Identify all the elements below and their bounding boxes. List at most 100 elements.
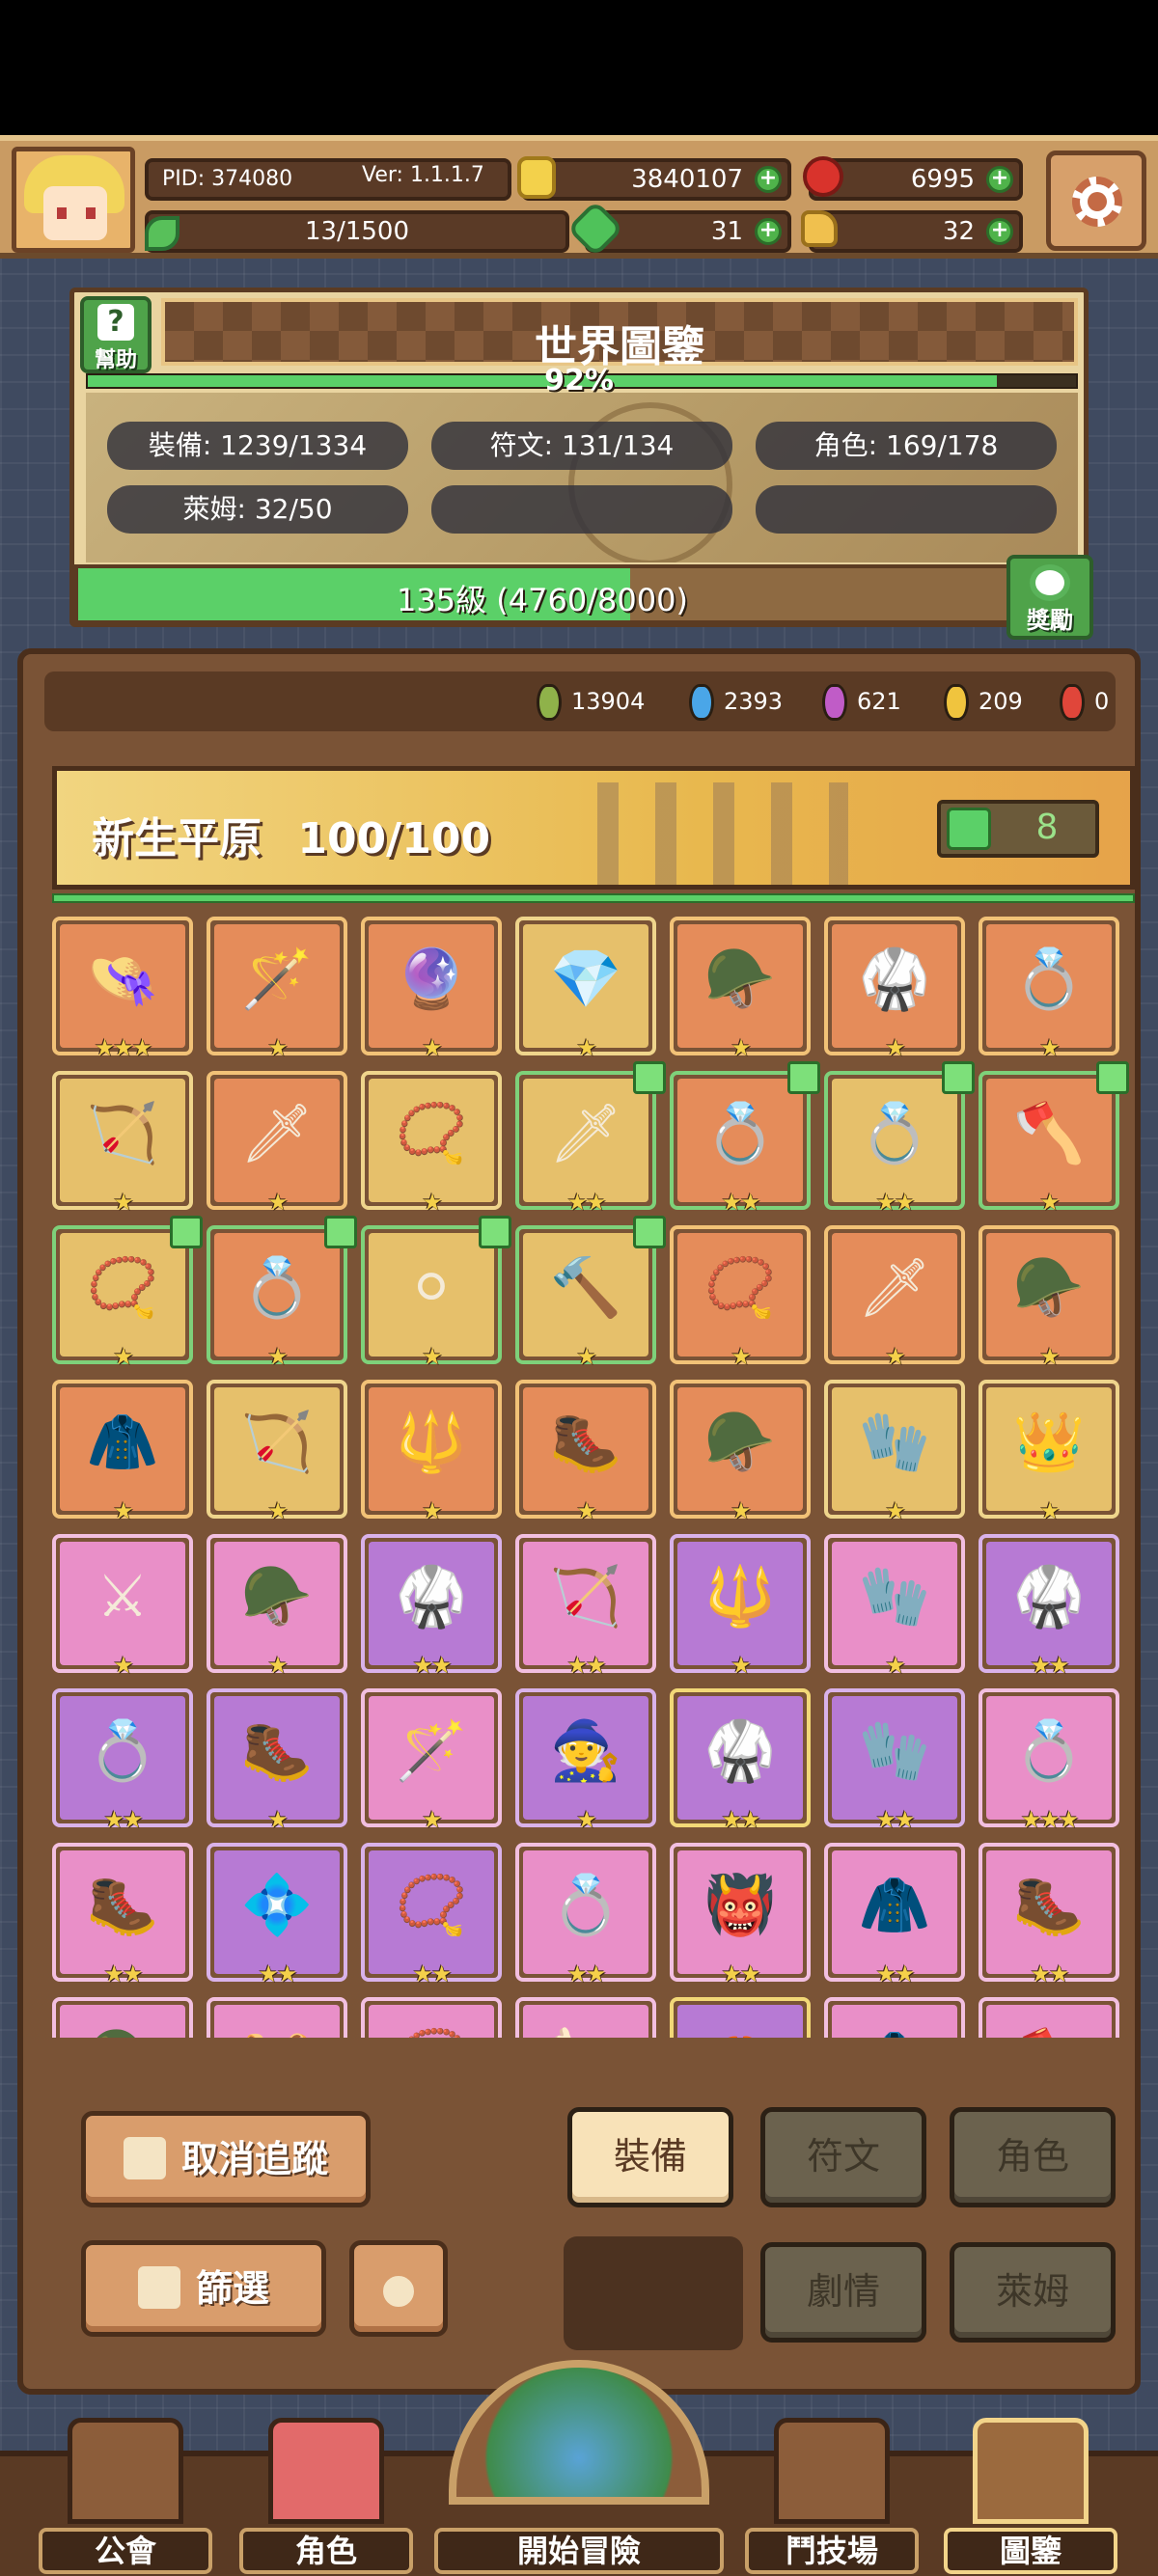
tab-story[interactable]: 劇情 [760,2242,926,2343]
item-cell[interactable]: 💎 ★ [515,917,656,1061]
item-cell[interactable]: 👹 ★★ [670,1843,811,1987]
item-cell[interactable]: 🔱 ★ [361,1380,502,1524]
item-cell[interactable]: 🥾 ★ [515,1380,656,1524]
zone-like-counter[interactable]: 8 [937,800,1099,858]
item-cell[interactable]: 🪖 ★ [670,917,811,1061]
settings-button[interactable] [1046,151,1146,251]
item-stars: ★★ [721,1960,760,1987]
item-cell[interactable]: 🥾 ★★ [52,1843,193,1987]
refresh-button[interactable] [349,2240,448,2337]
item-cell[interactable]: 🔨 ★ [515,1216,666,1370]
ice-boots-icon: 🥾 [549,1409,622,1476]
stat-slimes: 萊姆: 32/50 [107,485,408,534]
nav-codex[interactable]: 圖鑒 [944,2418,1117,2576]
red-helmet-icon: 🪖 [1012,1254,1086,1322]
item-cell[interactable]: 📿 ★ [361,1071,502,1216]
item-cell[interactable]: 🔱 ★ [670,1534,811,1679]
item-stars: ★★ [875,1806,915,1833]
item-cell[interactable]: 🪖 ★ [979,1225,1119,1370]
item-cell[interactable]: 🏹 ★★ [515,1534,656,1679]
item-cell[interactable]: 🧤 ★ [824,1534,965,1679]
player-avatar[interactable] [12,147,135,253]
tab-equipment[interactable]: 裝備 [567,2107,733,2207]
gem-value: 6995 [910,165,975,194]
item-cell[interactable]: 💠 ★★ [207,1843,347,1987]
item-cell[interactable]: 🗡 ★★ [515,1061,666,1216]
item-cell[interactable]: 👒 ★★★ [52,917,193,1061]
item-cell[interactable]: 🧺 [207,1997,347,2038]
item-cell[interactable]: 🔮 ★ [361,917,502,1061]
item-cell[interactable]: 🧤 ★ [824,1380,965,1524]
teal-necklace-icon: 📿 [395,1872,468,1939]
filter-button[interactable]: 篩選 [81,2240,326,2337]
help-button[interactable]: ? 幫助 [80,296,152,373]
item-cell[interactable]: 🥋 ★ [824,917,965,1061]
item-cell[interactable]: 🏹 ★ [52,1071,193,1216]
item-cell[interactable]: 🧙 ★ [515,1688,656,1833]
item-cell[interactable]: 🥾 ★ [207,1688,347,1833]
item-cell[interactable]: 💍 ★★ [670,1061,820,1216]
item-cell[interactable]: 🪓 ★ [979,1061,1129,1216]
refresh-icon [377,2269,420,2313]
item-cell[interactable]: 🧥 ★ [52,1380,193,1524]
item-cell[interactable]: 💍 ★★ [52,1688,193,1833]
item-cell[interactable]: 💍 ★ [979,917,1119,1061]
add-gold-button[interactable]: + [755,166,782,193]
item-cell[interactable]: 🗡 ★ [824,1225,965,1370]
reward-button[interactable]: 獎勵 [1006,555,1093,640]
item-cell[interactable]: 💍 ★★ [515,1843,656,1987]
item-cell[interactable]: 💍 ★★ [824,1061,975,1216]
green-helmet-icon: 🪖 [703,945,777,1013]
resource-yellow: 209 [944,679,1023,724]
tab-slimes[interactable]: 萊姆 [950,2242,1116,2343]
tab-runes[interactable]: 符文 [760,2107,926,2207]
item-cell[interactable]: 💍 ★★★ [979,1688,1119,1833]
item-cell[interactable]: 🧤 ★★ [824,1688,965,1833]
stat-runes: 符文: 131/134 [431,422,732,470]
item-cell[interactable]: ⚔ ★ [52,1534,193,1679]
nav-arena[interactable]: 鬥技場 [745,2418,919,2576]
item-cell[interactable]: ⚪ ★ [361,1216,511,1370]
item-cell[interactable]: 🪓 [979,1997,1119,2038]
add-gem-button[interactable]: + [986,166,1013,193]
item-cell[interactable]: 🥋 ★★ [361,1534,502,1679]
item-cell[interactable]: 📿 ★★ [361,1843,502,1987]
zone-banner[interactable]: 新生平原 100/100 8 [52,766,1135,890]
item-cell[interactable]: 🥋 ★★ [979,1534,1119,1679]
nav-characters[interactable]: 角色 [239,2418,413,2576]
add-clover-button[interactable]: + [755,218,782,245]
version-label: Ver: 1.1.1.7 [362,163,484,187]
item-cell[interactable]: 🗡 ★ [207,1071,347,1216]
item-stars: ★ [1039,1189,1061,1216]
nav-arena-label: 鬥技場 [745,2528,919,2574]
item-cell[interactable]: 📿 ★ [670,1225,811,1370]
item-cell[interactable]: 🪄 ★ [361,1688,502,1833]
item-cell[interactable]: 🧥 [824,1997,965,2038]
item-cell[interactable]: 🥾 ★★ [979,1843,1119,1987]
tracked-thumb-icon [170,1216,203,1248]
item-cell[interactable]: 👑 ★ [979,1380,1119,1524]
item-cell[interactable]: 🪖 ★ [670,1380,811,1524]
zone-name: 新生平原 [92,814,262,863]
item-cell[interactable]: 🥋 ★★ [670,1688,811,1833]
partial-item-icon: 🪖 [56,2026,189,2038]
item-stars: ★★★ [94,1034,153,1061]
heart-necklace-icon: 📿 [395,1100,468,1167]
untrack-button[interactable]: 取消追蹤 [81,2111,371,2207]
item-cell[interactable]: 🧥 ★★ [824,1843,965,1987]
item-cell[interactable]: 💍 ★ [207,1216,357,1370]
item-cell[interactable]: 🪖 [52,1997,193,2038]
nav-guild[interactable]: 公會 [39,2418,212,2576]
item-cell[interactable]: 🍗 [515,1997,656,2038]
item-stars: ★ [267,1806,289,1833]
item-cell[interactable]: 🪖 ★ [207,1534,347,1679]
add-hand-button[interactable]: + [986,218,1013,245]
item-cell[interactable]: 🦀 [670,1997,811,2038]
item-cell[interactable]: 📿 ★ [52,1216,203,1370]
tab-characters[interactable]: 角色 [950,2107,1116,2207]
item-cell[interactable]: 🏹 ★ [207,1380,347,1524]
nav-guild-label: 公會 [39,2528,212,2574]
item-cell[interactable]: 🪄 ★ [207,917,347,1061]
nav-start-adventure[interactable]: 開始冒險 [434,2360,724,2576]
item-cell[interactable]: 📿 [361,1997,502,2038]
